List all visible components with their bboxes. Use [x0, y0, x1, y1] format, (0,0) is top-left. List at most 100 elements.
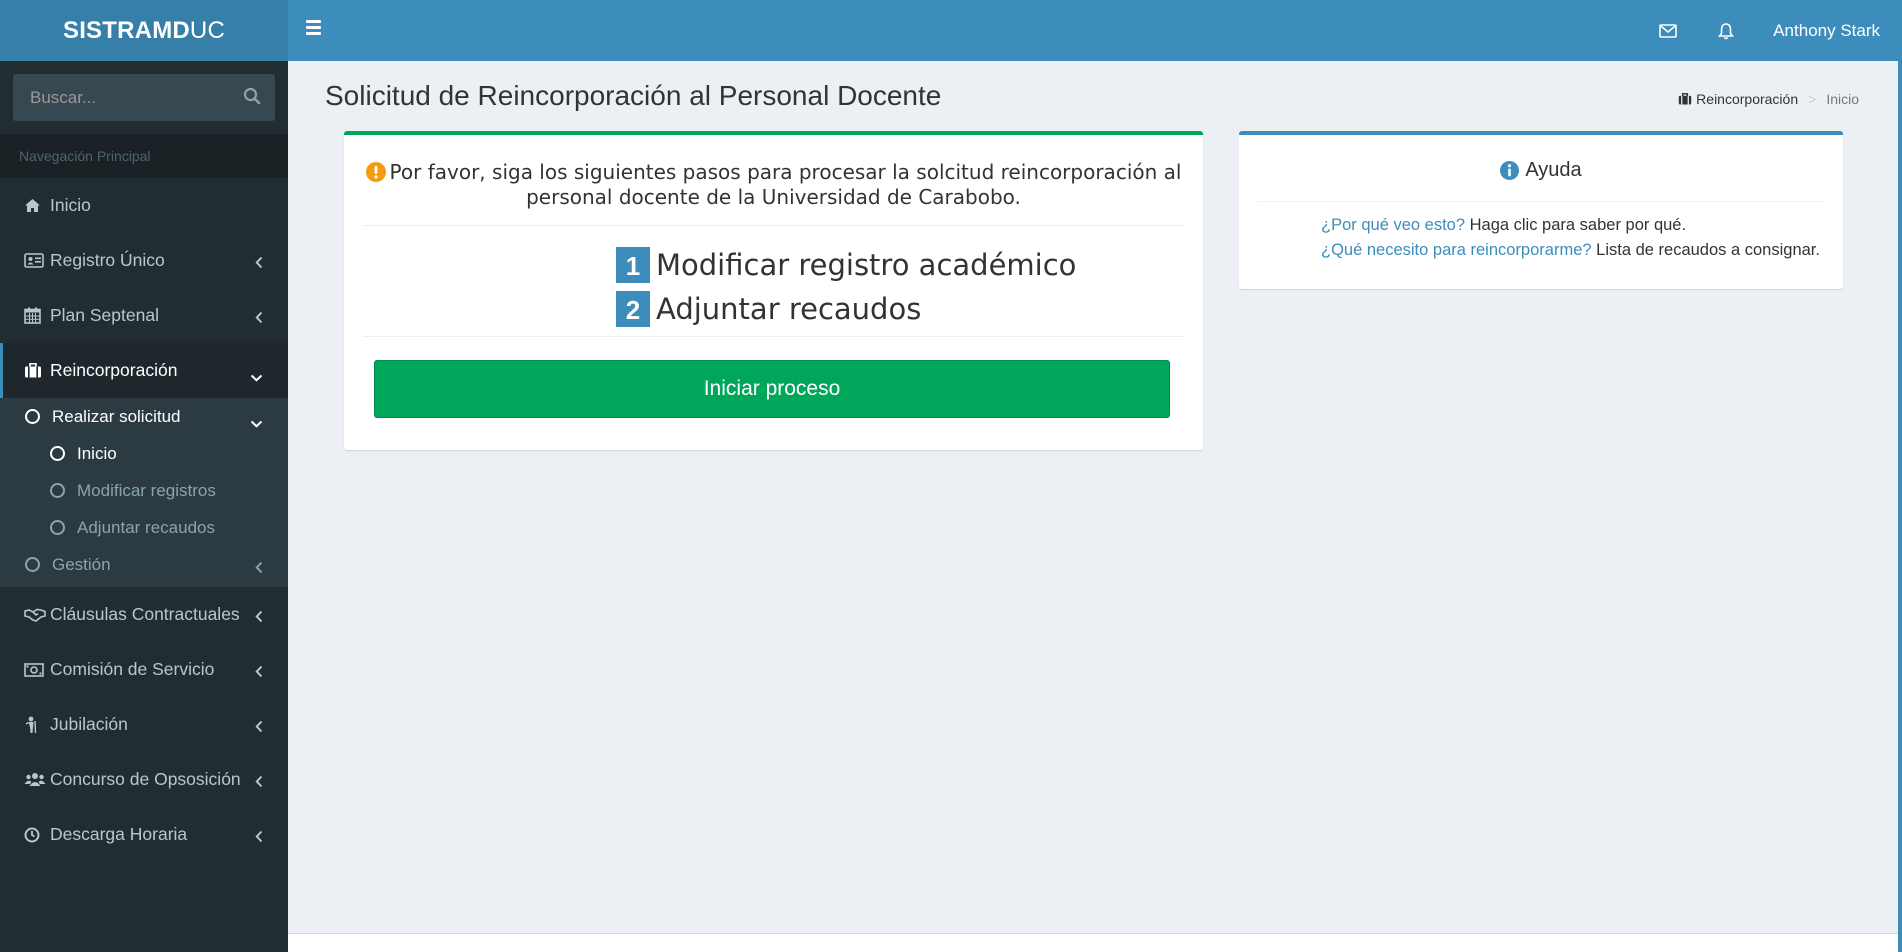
- sidebar-item-label: Inicio: [50, 195, 91, 215]
- user-menu[interactable]: Anthony Stark: [1773, 21, 1880, 41]
- reincorporacion-submenu: Realizar solicitud Inicio Modificar regi…: [0, 398, 288, 587]
- chevron-left-icon: [255, 607, 263, 628]
- breadcrumb-current: Inicio: [1826, 91, 1859, 107]
- page-footer: [288, 933, 1898, 952]
- help-lines: ¿Por qué veo esto? Haga clic para saber …: [1321, 213, 1820, 263]
- sidebar-item-label: Cláusulas Contractuales: [50, 604, 240, 624]
- clock-icon: [24, 827, 47, 843]
- help-line-text: Haga clic para saber por qué.: [1469, 216, 1687, 234]
- search-icon[interactable]: [243, 87, 261, 110]
- sidebar-item-concurso[interactable]: Concurso de Opsosición: [0, 752, 288, 807]
- submenu-label: Realizar solicitud: [52, 406, 181, 426]
- sidebar-item-plan-septenal[interactable]: Plan Septenal: [0, 288, 288, 343]
- breadcrumb-label: Reincorporación: [1696, 91, 1799, 107]
- sidebar-item-label: Comisión de Servicio: [50, 659, 215, 679]
- circle-icon: [50, 520, 65, 535]
- chevron-down-icon: [250, 366, 263, 387]
- circle-icon: [50, 446, 65, 461]
- help-line: ¿Por qué veo esto? Haga clic para saber …: [1321, 213, 1820, 238]
- sidebar-item-label: Plan Septenal: [50, 305, 159, 325]
- sidebar-item-label: Registro Único: [50, 250, 165, 270]
- chevron-left-icon: [255, 253, 263, 274]
- breadcrumb-separator: >: [1808, 91, 1817, 107]
- sidebar-item-label: Concurso de Opsosición: [50, 769, 241, 789]
- step-number: 2: [616, 291, 650, 327]
- submenu-label: Inicio: [77, 443, 117, 463]
- help-link-requirements[interactable]: ¿Qué necesito para reincorporarme?: [1321, 241, 1592, 259]
- briefcase-icon: [24, 363, 47, 378]
- help-title-label: Ayuda: [1525, 159, 1582, 181]
- exclamation-circle-icon: [365, 162, 386, 186]
- logo-bold-text: SISTRAMD: [62, 17, 190, 44]
- submenu-label: Gestión: [52, 554, 111, 574]
- circle-icon: [25, 557, 40, 572]
- nav-header: Navegación Principal: [0, 134, 288, 178]
- instructions-label: Por favor, siga los siguientes pasos par…: [389, 160, 1182, 209]
- sidebar-item-registro-unico[interactable]: Registro Único: [0, 233, 288, 288]
- submenu-modificar-registros[interactable]: Modificar registros: [0, 472, 288, 509]
- search-input[interactable]: [13, 74, 275, 121]
- step-label: Modificar registro académico: [656, 248, 1077, 282]
- chevron-left-icon: [255, 559, 263, 579]
- sidebar-item-label: Reincorporación: [50, 360, 178, 380]
- steps-list: 1 Modificar registro académico 2 Adjunta…: [616, 243, 1076, 331]
- circle-icon: [25, 409, 40, 424]
- sidebar-item-inicio[interactable]: Inicio: [0, 178, 288, 233]
- divider: [1257, 201, 1825, 202]
- step-number: 1: [616, 247, 650, 283]
- home-icon: [24, 198, 47, 213]
- step-item: 2 Adjuntar recaudos: [616, 287, 1076, 331]
- help-title: Ayuda: [1239, 159, 1843, 182]
- submenu-label: Modificar registros: [77, 480, 216, 500]
- help-line: ¿Qué necesito para reincorporarme? Lista…: [1321, 238, 1820, 263]
- help-box: Ayuda ¿Por qué veo esto? Haga clic para …: [1239, 131, 1843, 289]
- chevron-left-icon: [255, 308, 263, 329]
- money-icon: [24, 662, 47, 677]
- users-icon: [24, 772, 47, 787]
- submenu-adjuntar-recaudos[interactable]: Adjuntar recaudos: [0, 509, 288, 546]
- sidebar-item-descarga-horaria[interactable]: Descarga Horaria: [0, 807, 288, 862]
- sidebar-toggle-icon[interactable]: [306, 20, 326, 40]
- scrollbar[interactable]: [1898, 0, 1902, 952]
- instructions-text: Por favor, siga los siguientes pasos par…: [362, 161, 1185, 208]
- step-item: 1 Modificar registro académico: [616, 243, 1076, 287]
- chevron-left-icon: [255, 827, 263, 848]
- bell-icon[interactable]: [1715, 20, 1737, 42]
- sidebar: Navegación Principal Inicio Registro Úni…: [0, 61, 288, 952]
- submenu-label: Adjuntar recaudos: [77, 517, 215, 537]
- info-circle-icon: [1500, 161, 1520, 180]
- submenu-realizar-solicitud[interactable]: Realizar solicitud: [0, 398, 288, 435]
- sidebar-item-clausulas[interactable]: Cláusulas Contractuales: [0, 587, 288, 642]
- process-box: Por favor, siga los siguientes pasos par…: [344, 131, 1203, 450]
- help-link-why[interactable]: ¿Por qué veo esto?: [1321, 216, 1465, 234]
- divider: [362, 225, 1185, 226]
- step-label: Adjuntar recaudos: [656, 292, 922, 326]
- page-title: Solicitud de Reincorporación al Personal…: [325, 80, 942, 111]
- sidebar-item-comision[interactable]: Comisión de Servicio: [0, 642, 288, 697]
- breadcrumb-link-reincorporacion[interactable]: Reincorporación: [1678, 91, 1798, 107]
- logo-light-text: UC: [189, 17, 225, 44]
- app-logo[interactable]: SISTRAMDUC: [0, 0, 288, 61]
- submenu-inicio[interactable]: Inicio: [0, 435, 288, 472]
- calendar-icon: [24, 307, 47, 324]
- person-icon: [24, 716, 47, 734]
- search-box: [13, 74, 275, 121]
- chevron-left-icon: [255, 772, 263, 793]
- start-process-button[interactable]: Iniciar proceso: [374, 360, 1170, 418]
- briefcase-icon: [1678, 93, 1692, 105]
- help-line-text: Lista de recaudos a consignar.: [1596, 241, 1820, 259]
- top-navbar: Anthony Stark: [288, 0, 1902, 61]
- submenu-gestion[interactable]: Gestión: [0, 546, 288, 583]
- chevron-down-icon: [250, 413, 263, 433]
- sidebar-item-label: Descarga Horaria: [50, 824, 188, 844]
- sidebar-item-label: Jubilación: [50, 714, 128, 734]
- chevron-left-icon: [255, 662, 263, 683]
- envelope-icon[interactable]: [1657, 20, 1679, 42]
- breadcrumb: Reincorporación > Inicio: [1678, 91, 1859, 107]
- sidebar-item-reincorporacion[interactable]: Reincorporación: [0, 343, 288, 398]
- id-card-icon: [24, 253, 47, 268]
- sidebar-item-jubilacion[interactable]: Jubilación: [0, 697, 288, 752]
- divider: [362, 336, 1185, 337]
- handshake-icon: [24, 607, 47, 622]
- chevron-left-icon: [255, 717, 263, 738]
